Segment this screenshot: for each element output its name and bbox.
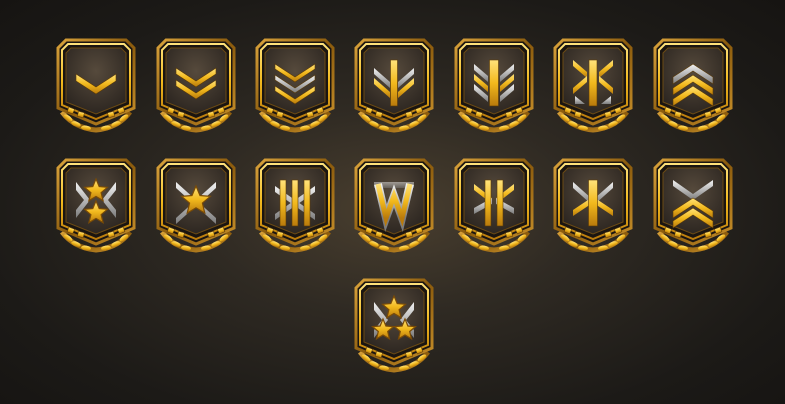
rank-chevron-3-icon	[255, 38, 335, 133]
rank-badge-9[interactable]	[154, 158, 238, 253]
rank-badge-11[interactable]	[352, 158, 436, 253]
rank-badge-2[interactable]	[154, 38, 238, 133]
rank-badge-12[interactable]	[452, 158, 536, 253]
rank-badge-10[interactable]	[253, 158, 337, 253]
rank-badge-13[interactable]	[551, 158, 635, 253]
rank-badge-4[interactable]	[352, 38, 436, 133]
rank-double-chevron-crossed-icon	[653, 158, 733, 253]
rank-bars-2-crossed-icon	[454, 158, 534, 253]
rank-chevron-3-bar-wide-icon	[454, 38, 534, 133]
rank-badge-5[interactable]	[452, 38, 536, 133]
rank-double-w-icon	[354, 158, 434, 253]
rank-badge-grid	[0, 0, 785, 404]
rank-bars-3-crossed-icon	[255, 158, 335, 253]
rank-badge-14[interactable]	[651, 158, 735, 253]
rank-badge-1[interactable]	[54, 38, 138, 133]
rank-star-2-icon	[56, 158, 136, 253]
rank-badge-15[interactable]	[352, 278, 436, 373]
rank-badge-6[interactable]	[551, 38, 635, 133]
rank-chevron-2-icon	[156, 38, 236, 133]
rank-chevron-1-icon	[56, 38, 136, 133]
rank-star-3-icon	[354, 278, 434, 373]
rank-chevron-3-bar-icon	[354, 38, 434, 133]
rank-badge-7[interactable]	[651, 38, 735, 133]
rank-inverted-chevron-3-icon	[653, 38, 733, 133]
rank-bar-1-crossed-icon	[553, 158, 633, 253]
rank-badge-8[interactable]	[54, 158, 138, 253]
rank-chevron-4-bar-icon	[553, 38, 633, 133]
rank-star-1-crossed-icon	[156, 158, 236, 253]
rank-badge-3[interactable]	[253, 38, 337, 133]
